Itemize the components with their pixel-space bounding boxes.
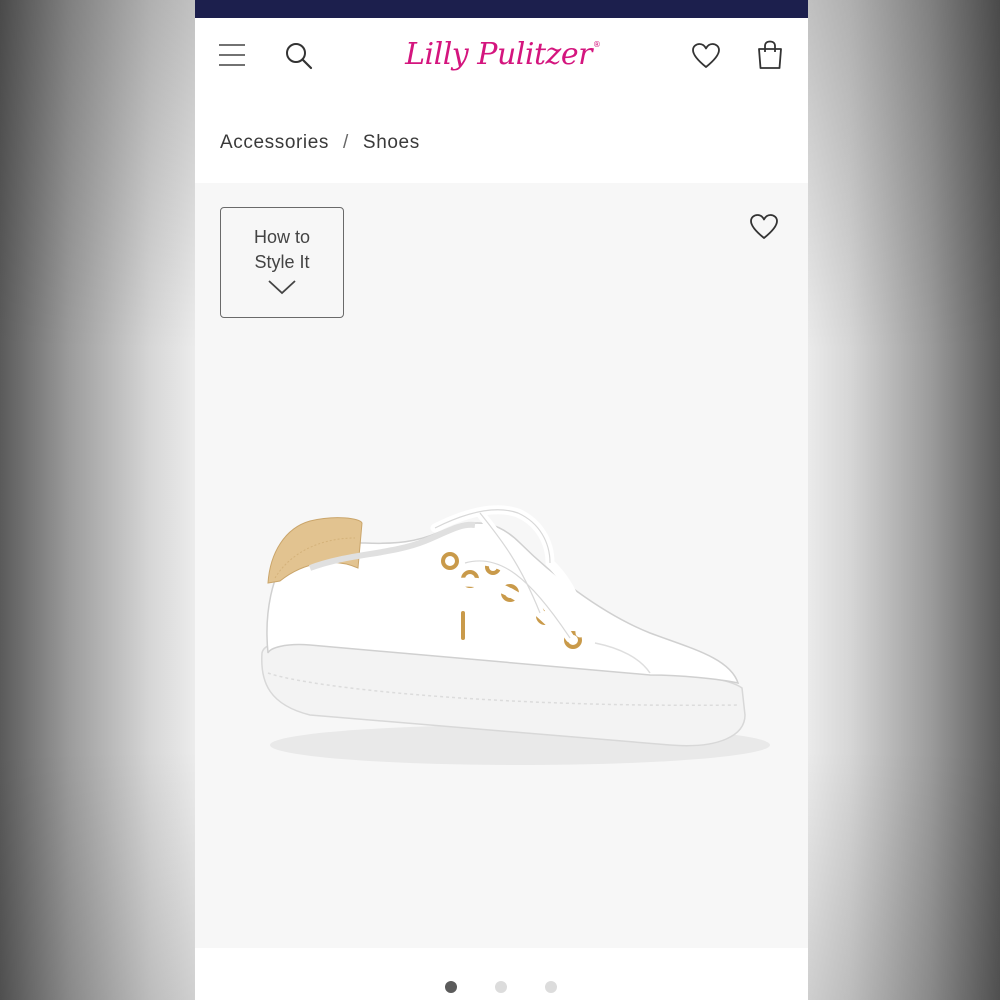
shopping-bag-button[interactable] [753, 38, 787, 72]
search-button[interactable] [283, 40, 315, 72]
product-image [261, 505, 770, 765]
how-to-style-label-line2: Style It [254, 252, 310, 272]
carousel-dot-3[interactable] [545, 981, 557, 993]
how-to-style-button[interactable]: How to Style It [220, 207, 344, 318]
mobile-page: Lilly Pulitzer ® Accessories / Shoes How… [195, 0, 808, 1000]
carousel-dot-2[interactable] [495, 981, 507, 993]
search-icon [286, 43, 313, 70]
breadcrumb-item-accessories[interactable]: Accessories [220, 132, 329, 154]
chevron-down-icon [268, 280, 296, 295]
brand-logo[interactable]: Lilly Pulitzer ® [405, 26, 601, 82]
registered-mark: ® [592, 40, 601, 49]
carousel-pagination [195, 948, 808, 1000]
breadcrumb: Accessories / Shoes [220, 128, 420, 158]
site-header: Lilly Pulitzer ® [195, 18, 808, 96]
menu-button[interactable] [217, 40, 247, 70]
heart-icon [750, 214, 778, 239]
carousel-dot-1[interactable] [445, 981, 457, 993]
menu-icon [219, 44, 245, 66]
breadcrumb-item-shoes[interactable]: Shoes [363, 132, 420, 154]
product-image-carousel[interactable]: How to Style It [195, 183, 808, 948]
brand-logo-text: Lilly Pulitzer [405, 36, 592, 72]
wishlist-button[interactable] [690, 40, 722, 72]
breadcrumb-separator: / [343, 132, 349, 153]
status-strip [195, 0, 808, 18]
add-to-wishlist-button[interactable] [748, 211, 780, 243]
how-to-style-label-line1: How to [253, 227, 311, 247]
heart-icon [692, 43, 720, 68]
shopping-bag-icon [758, 40, 782, 69]
